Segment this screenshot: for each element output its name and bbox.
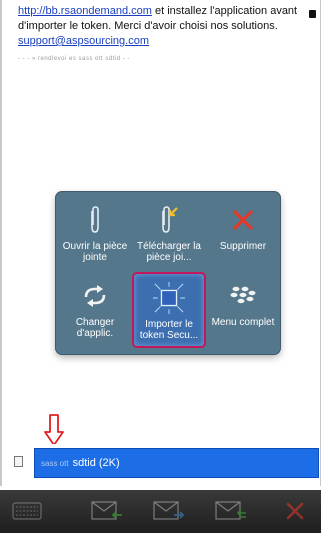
email-text: http://bb.rsaondemand.com et installez l… xyxy=(18,4,318,49)
paperclip-icon xyxy=(79,204,111,236)
blackberry-logo-icon xyxy=(227,280,259,312)
menu-item-full-menu[interactable]: Menu complet xyxy=(206,272,280,348)
reply-all-icon[interactable] xyxy=(214,498,248,524)
menu-item-label: Menu complet xyxy=(211,317,275,328)
menu-item-label: Télécharger la pièce joi... xyxy=(137,241,201,263)
download-attachment-icon xyxy=(153,204,185,236)
faint-text-line: - - - » rendlevoi es sass ott sdtid - - xyxy=(18,56,130,62)
attachment-item[interactable]: sass ott sdtid (2K) xyxy=(34,448,319,478)
menu-item-label: Changer d'applic. xyxy=(75,317,115,339)
support-email-link[interactable]: support@aspsourcing.com xyxy=(18,35,149,47)
menu-item-delete[interactable]: Supprimer xyxy=(206,196,280,272)
attachment-bar: sass ott sdtid (2K) xyxy=(0,444,321,486)
email-line-1-rest: et installez l'application avant xyxy=(151,5,298,17)
annotation-arrow-icon xyxy=(44,414,64,446)
menu-item-download-attachment[interactable]: Télécharger la pièce joi... xyxy=(132,196,206,272)
delete-x-icon xyxy=(227,204,259,236)
attachment-name: sdtid (2K) xyxy=(72,457,120,469)
document-icon xyxy=(14,456,23,467)
menu-item-label: Importer le token Secu... xyxy=(139,319,199,341)
switch-app-icon xyxy=(79,280,111,312)
email-line-2: d'importer le token. Merci d'avoir chois… xyxy=(18,20,278,32)
attachment-prefix: sass ott xyxy=(41,458,69,468)
scroll-indicator-icon xyxy=(309,10,316,18)
menu-item-label: Supprimer xyxy=(219,241,267,252)
forward-icon[interactable] xyxy=(152,498,186,524)
keyboard-icon[interactable] xyxy=(10,498,44,524)
menu-item-open-attachment[interactable]: Ouvrir la pièce jointe xyxy=(58,196,132,272)
menu-item-switch-app[interactable]: Changer d'applic. xyxy=(58,272,132,348)
email-line-1: http://bb.rsaondemand.com et installez l… xyxy=(18,4,318,19)
menu-item-import-token[interactable]: Importer le token Secu... xyxy=(132,272,206,348)
download-link[interactable]: http://bb.rsaondemand.com xyxy=(18,5,152,17)
context-menu-popup: Ouvrir la pièce jointe Télécharger la pi… xyxy=(56,192,280,354)
delete-icon[interactable] xyxy=(278,498,312,524)
bottom-toolbar xyxy=(0,490,321,533)
import-token-icon xyxy=(153,282,185,314)
menu-item-label: Ouvrir la pièce jointe xyxy=(62,241,128,263)
reply-icon[interactable] xyxy=(90,498,124,524)
